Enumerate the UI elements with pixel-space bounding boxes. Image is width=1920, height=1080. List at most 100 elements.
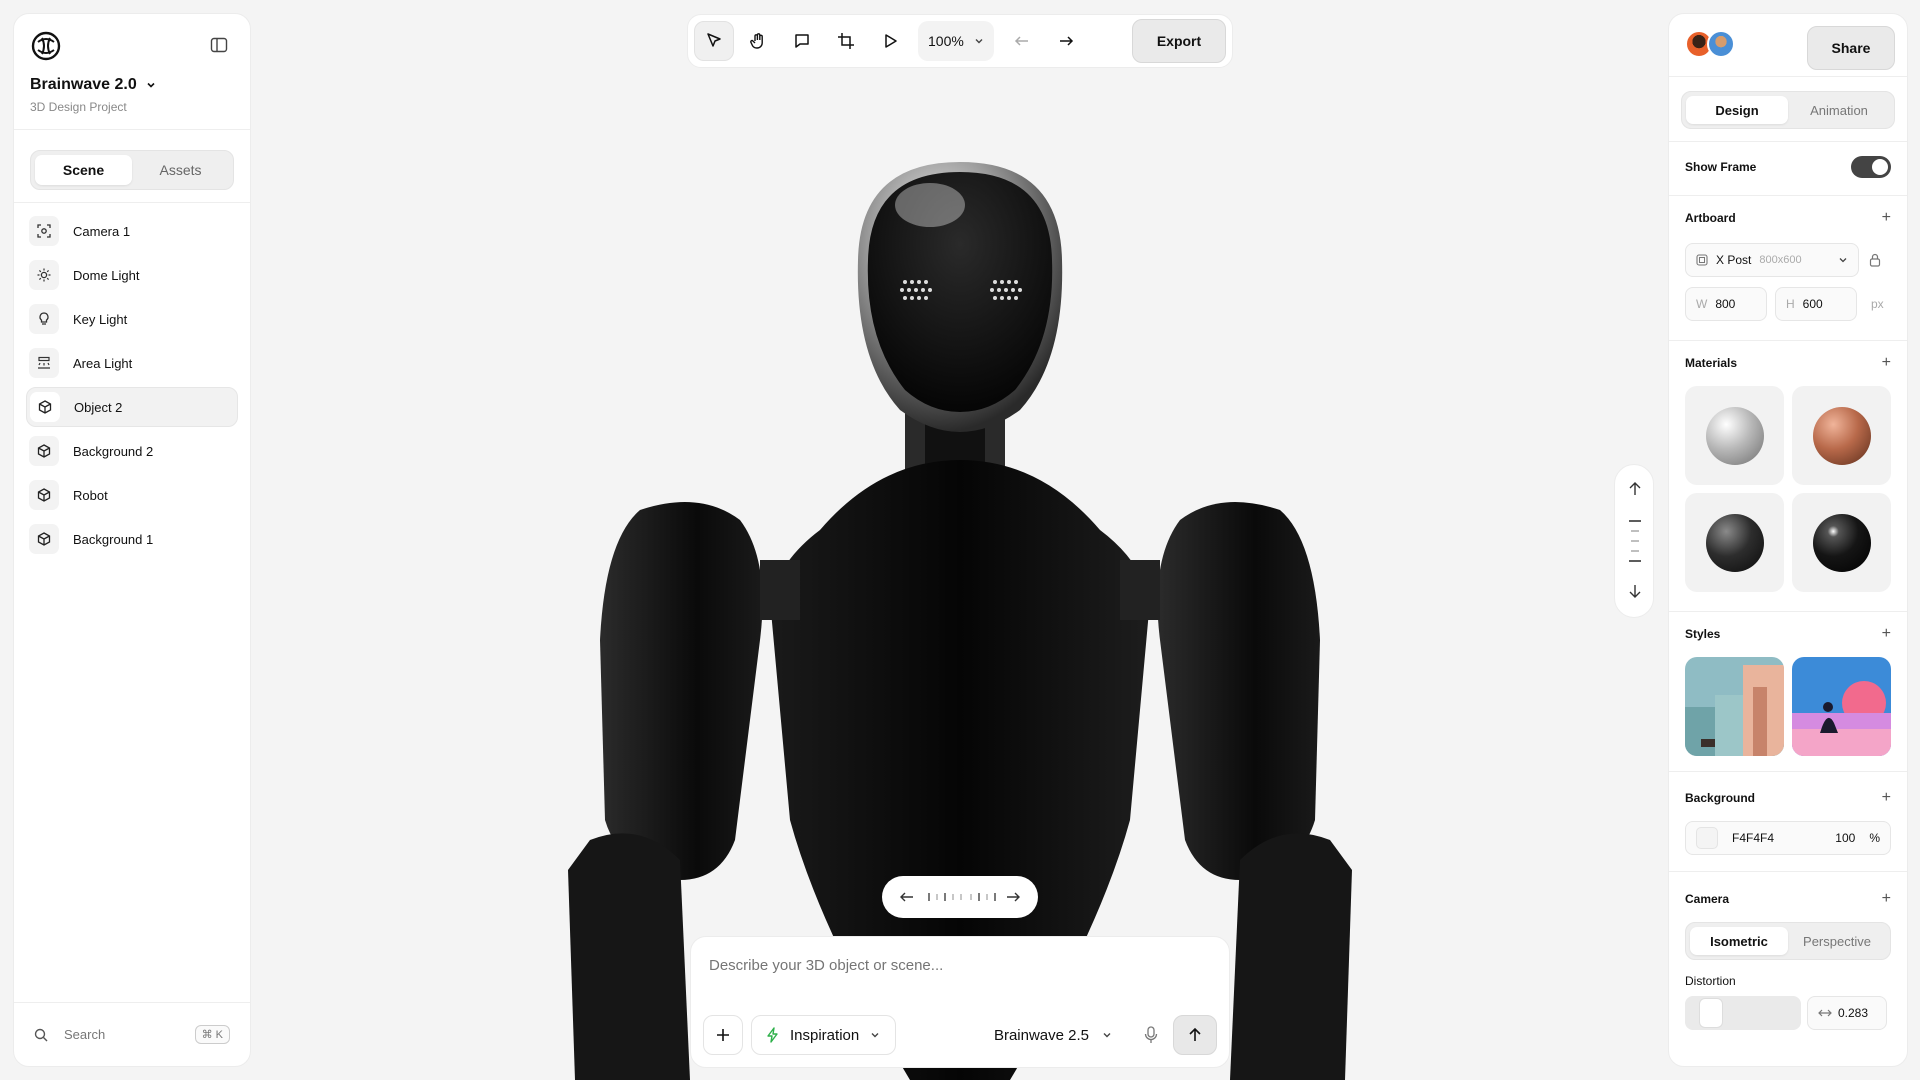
- material-swatch-gloss-black[interactable]: [1792, 493, 1891, 592]
- materials-grid: [1685, 386, 1891, 592]
- arrow-left-icon: [1014, 36, 1028, 46]
- arrow-up-icon[interactable]: [1629, 482, 1641, 495]
- styles-title: Styles: [1685, 627, 1721, 641]
- show-frame-toggle[interactable]: [1851, 156, 1891, 178]
- layer-label: Background 2: [73, 443, 154, 459]
- distortion-field[interactable]: 0.283: [1807, 996, 1887, 1030]
- export-button[interactable]: Export: [1132, 19, 1226, 63]
- scene-assets-tabs: Scene Assets: [30, 150, 234, 190]
- zoom-select[interactable]: 100%: [918, 21, 994, 61]
- right-panel: Share Design Animation Show Frame Artboa…: [1668, 13, 1908, 1067]
- material-swatch-copper[interactable]: [1792, 386, 1891, 485]
- camera-mode-tabs: Isometric Perspective: [1685, 922, 1891, 960]
- material-swatch-silver[interactable]: [1685, 386, 1784, 485]
- layer-item-background-2[interactable]: Background 2: [26, 431, 238, 471]
- artboard-title: Artboard: [1685, 211, 1736, 225]
- chevron-down-icon: [1103, 1033, 1111, 1038]
- material-swatch-matte-black[interactable]: [1685, 493, 1784, 592]
- add-artboard-icon[interactable]: +: [1882, 209, 1891, 227]
- layer-item-robot[interactable]: Robot: [26, 475, 238, 515]
- tab-design[interactable]: Design: [1686, 96, 1788, 124]
- brainwave-logo-icon[interactable]: [30, 30, 62, 62]
- layer-item-key-light[interactable]: Key Light: [26, 299, 238, 339]
- layer-item-area-light[interactable]: Area Light: [26, 343, 238, 383]
- prompt-input[interactable]: [709, 957, 1189, 974]
- tab-isometric[interactable]: Isometric: [1690, 927, 1788, 955]
- model-select[interactable]: Brainwave 2.5: [994, 1027, 1113, 1044]
- sidebar-toggle-icon[interactable]: [210, 36, 228, 54]
- tab-animation[interactable]: Animation: [1788, 96, 1890, 124]
- add-background-icon[interactable]: +: [1882, 789, 1891, 807]
- vertical-scrubber[interactable]: [1614, 464, 1654, 618]
- arrow-up-icon: [1189, 1027, 1201, 1041]
- layer-item-object-2[interactable]: Object 2: [26, 387, 238, 427]
- background-color-field[interactable]: F4F4F4 100 %: [1685, 821, 1891, 855]
- select-tool-button[interactable]: [694, 21, 734, 61]
- layer-item-dome-light[interactable]: Dome Light: [26, 255, 238, 295]
- slider-handle[interactable]: [1699, 998, 1723, 1028]
- layer-item-camera-1[interactable]: Camera 1: [26, 211, 238, 251]
- tab-perspective[interactable]: Perspective: [1788, 927, 1886, 955]
- frame-icon: [1696, 254, 1708, 266]
- preset-name: X Post: [1716, 253, 1752, 267]
- opacity-unit: %: [1869, 831, 1880, 845]
- arrow-right-icon[interactable]: [1007, 892, 1020, 902]
- style-thumb-surreal-sunset[interactable]: [1792, 657, 1891, 756]
- height-field[interactable]: H 600: [1775, 287, 1857, 321]
- layer-label: Camera 1: [73, 223, 131, 239]
- share-button[interactable]: Share: [1807, 26, 1895, 70]
- area-light-icon: [29, 348, 59, 378]
- distortion-slider[interactable]: [1685, 996, 1801, 1030]
- project-title-dropdown[interactable]: Brainwave 2.0: [30, 76, 157, 94]
- width-label: W: [1696, 297, 1708, 311]
- chevron-down-icon: [1839, 258, 1847, 263]
- arrow-down-icon[interactable]: [1629, 585, 1641, 598]
- tab-assets[interactable]: Assets: [132, 155, 229, 185]
- tab-scene[interactable]: Scene: [35, 155, 132, 185]
- color-swatch[interactable]: [1696, 827, 1718, 849]
- distortion-value: 0.283: [1838, 1006, 1869, 1020]
- avatar[interactable]: [1707, 30, 1735, 58]
- hand-icon: [750, 33, 763, 49]
- sun-icon: [29, 260, 59, 290]
- design-animation-tabs: Design Animation: [1681, 91, 1895, 129]
- width-field[interactable]: W 800: [1685, 287, 1767, 321]
- search-label: Search: [64, 1027, 106, 1042]
- send-button[interactable]: [1173, 1015, 1217, 1055]
- cursor-icon: [707, 33, 721, 47]
- artboard-preset-select[interactable]: X Post 800x600: [1685, 243, 1859, 277]
- lock-icon[interactable]: [1869, 253, 1881, 267]
- inspiration-dropdown[interactable]: Inspiration: [751, 1015, 897, 1055]
- cube-icon: [30, 392, 60, 422]
- crop-tool-button[interactable]: [826, 21, 866, 61]
- comment-tool-button[interactable]: [782, 21, 822, 61]
- lightning-icon: [767, 1027, 778, 1043]
- arrow-left-icon[interactable]: [900, 892, 913, 902]
- hand-tool-button[interactable]: [738, 21, 778, 61]
- cube-icon: [29, 524, 59, 554]
- add-style-icon[interactable]: +: [1882, 625, 1891, 643]
- add-material-icon[interactable]: +: [1882, 354, 1891, 372]
- search-shortcut-badge: ⌘ K: [194, 1025, 230, 1044]
- background-title: Background: [1685, 791, 1756, 805]
- collaborator-avatars[interactable]: [1685, 30, 1735, 58]
- layer-label: Object 2: [74, 399, 123, 415]
- layer-list: Camera 1 Dome Light Key Light Area Light…: [14, 203, 250, 571]
- search-bar[interactable]: Search ⌘ K: [14, 1002, 250, 1066]
- play-button[interactable]: [870, 21, 910, 61]
- plus-icon: [717, 1029, 729, 1041]
- style-thumb-architecture[interactable]: [1685, 657, 1784, 756]
- layer-label: Background 1: [73, 531, 154, 547]
- width-value: 800: [1715, 297, 1736, 311]
- microphone-icon: [1144, 1026, 1158, 1043]
- undo-button[interactable]: [1002, 21, 1042, 61]
- layer-item-background-1[interactable]: Background 1: [26, 519, 238, 559]
- inspiration-label: Inspiration: [790, 1026, 860, 1044]
- unit-label: px: [1871, 297, 1884, 311]
- horizontal-scrubber[interactable]: [882, 876, 1038, 918]
- add-camera-icon[interactable]: +: [1882, 890, 1891, 908]
- redo-button[interactable]: [1046, 21, 1086, 61]
- add-attachment-button[interactable]: [703, 1015, 743, 1055]
- microphone-button[interactable]: [1137, 1015, 1165, 1055]
- layer-label: Robot: [73, 487, 108, 503]
